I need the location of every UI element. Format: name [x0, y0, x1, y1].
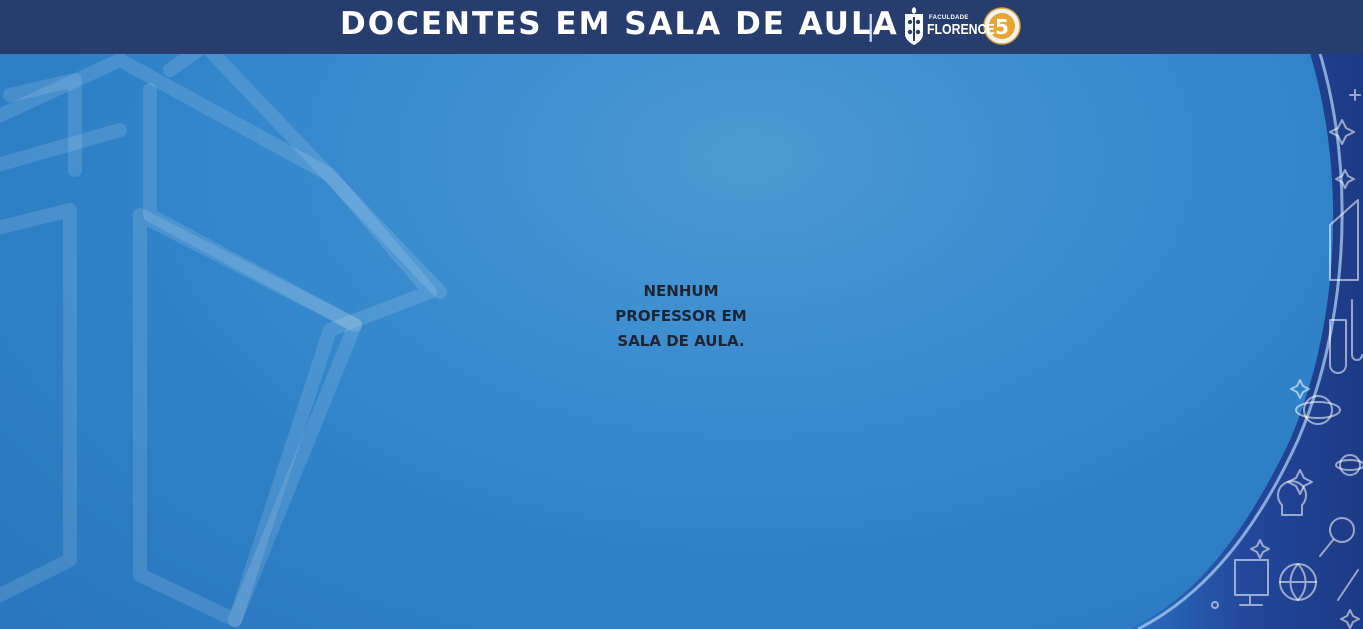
logo-badge: 5: [995, 15, 1009, 39]
logo-line2: FLORENCE: [927, 21, 995, 38]
empty-state-message: NENHUM PROFESSOR EM SALA DE AULA.: [615, 282, 747, 350]
page: DOCENTES EM SALA DE AULA | 5 FACULDADE F…: [0, 0, 1363, 629]
header-bar: DOCENTES EM SALA DE AULA | 5 FACULDADE F…: [0, 0, 1363, 54]
page-title: DOCENTES EM SALA DE AULA: [340, 6, 899, 42]
title-separator: |: [866, 9, 876, 42]
faculdade-florence-logo: 5 FACULDADE FLORENCE: [902, 4, 1024, 48]
